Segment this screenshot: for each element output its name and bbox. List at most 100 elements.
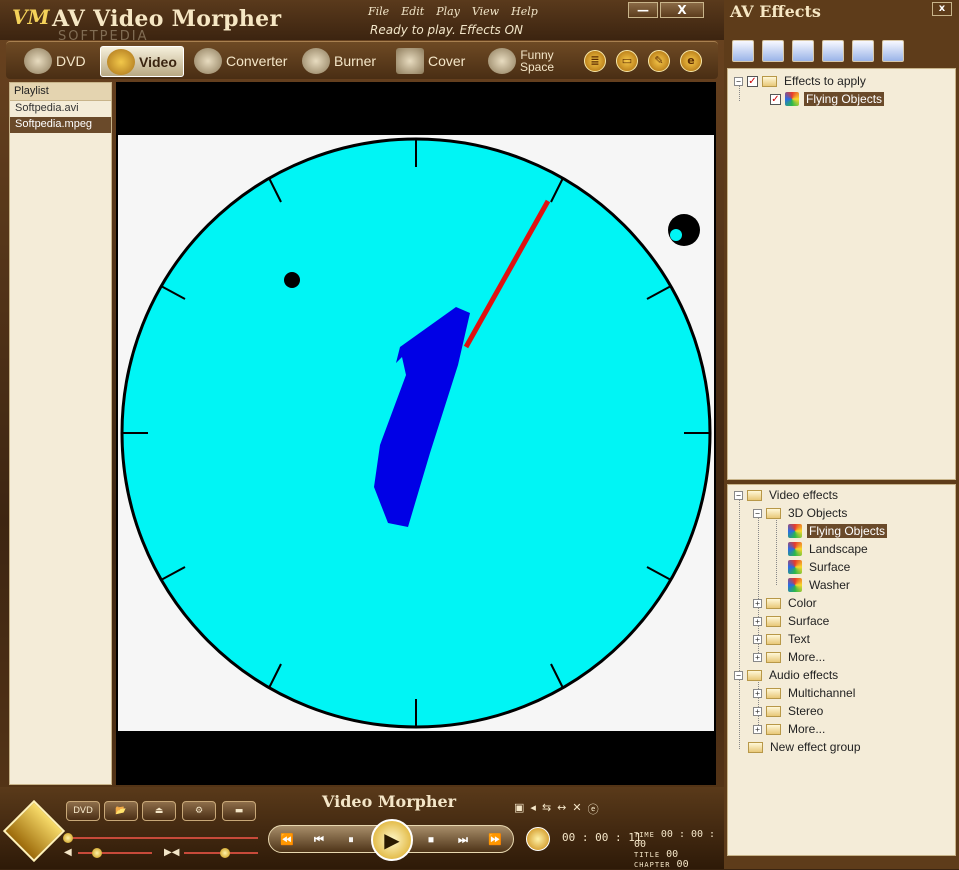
tree-node-new-effect-group[interactable]: New effect group <box>748 739 863 755</box>
menu-help[interactable]: Help <box>511 5 538 18</box>
video-film-icon <box>107 48 135 75</box>
ctrl-swap-icon[interactable]: ⇆ <box>542 801 551 817</box>
open-button[interactable]: 📂 <box>104 801 138 821</box>
previous-button[interactable]: ⏮ <box>305 831 333 849</box>
expand-icon[interactable]: + <box>753 616 762 626</box>
web-button[interactable]: e <box>680 50 702 72</box>
playlist-item[interactable]: Softpedia.avi <box>10 101 111 117</box>
menu-file[interactable]: File <box>368 5 389 18</box>
expand-icon[interactable]: + <box>753 688 762 698</box>
ctrl-screen-icon[interactable]: ▣ <box>514 801 524 817</box>
collapse-icon[interactable]: − <box>753 508 762 518</box>
tree-node-effects-to-apply[interactable]: − ✓ Effects to apply <box>734 73 868 89</box>
effects-close-button[interactable]: x <box>932 2 952 16</box>
balance-icon: ▶◀ <box>164 847 180 858</box>
folder-icon <box>766 687 781 699</box>
time-row: TIME 00 : 00 : 00 <box>634 830 724 850</box>
ctrl-stretch-icon[interactable]: ↔ <box>557 801 566 817</box>
effects-library-tree: − Video effects −3D Objects Flying Object… <box>727 484 956 856</box>
fullscreen-button[interactable]: ▬ <box>222 801 256 821</box>
tab-video[interactable]: Video <box>100 46 184 77</box>
effects-panel: AV Effects x − ✓ Effects to apply ✓ Flying … <box>724 0 959 869</box>
tree-node-washer[interactable]: Washer <box>788 577 852 593</box>
load-effects-icon[interactable] <box>792 40 814 62</box>
collapse-icon[interactable]: − <box>734 670 743 680</box>
tree-node-flying-objects[interactable]: ✓ Flying Objects <box>770 91 885 107</box>
tree-node-surface-effect[interactable]: Surface <box>788 559 852 575</box>
remove-effect-icon[interactable] <box>852 40 874 62</box>
expand-icon[interactable]: + <box>753 706 762 716</box>
tree-node-landscape[interactable]: Landscape <box>788 541 870 557</box>
tree-node-color[interactable]: + Color <box>753 595 819 611</box>
position-slider[interactable] <box>68 837 258 839</box>
tree-node-audio-effects[interactable]: − Audio effects <box>734 667 840 683</box>
skin-button[interactable]: ≣ <box>584 50 606 72</box>
transport-bar: ⏪ ⏮ ⏸ ▶ ⏹ ⏭ ⏩ <box>268 819 514 861</box>
tree-node-surface[interactable]: + Surface <box>753 613 831 629</box>
expand-icon[interactable]: + <box>753 598 762 608</box>
tree-node-flying-objects[interactable]: Flying Objects <box>788 523 888 539</box>
playlist-item-selected[interactable]: Softpedia.mpeg <box>10 117 111 133</box>
tab-dvd[interactable]: DVD <box>24 45 86 77</box>
edit-effect-icon[interactable] <box>762 40 784 62</box>
balance-knob[interactable] <box>219 848 230 858</box>
stop-button[interactable]: ⏹ <box>417 831 445 849</box>
add-effect-icon[interactable] <box>822 40 844 62</box>
display-button[interactable]: ▭ <box>616 50 638 72</box>
tab-burner[interactable]: Burner <box>302 45 376 77</box>
fast-forward-button[interactable]: ⏩ <box>481 831 509 849</box>
eject-button[interactable]: ⏏ <box>142 801 176 821</box>
settings-button[interactable]: ✎ <box>648 50 670 72</box>
tab-cover[interactable]: Cover <box>396 45 465 77</box>
tab-converter[interactable]: Converter <box>194 45 287 77</box>
tree-node-3d-objects[interactable]: − 3D Objects <box>753 505 849 521</box>
ctrl-e-icon[interactable]: ⓔ <box>588 801 599 817</box>
menu-edit[interactable]: Edit <box>401 5 424 18</box>
menu-play[interactable]: Play <box>436 5 460 18</box>
layout-icon[interactable] <box>882 40 904 62</box>
tree-node-more-audio[interactable]: + More... <box>753 721 827 737</box>
tree-node-text[interactable]: + Text <box>753 631 812 647</box>
checkbox-checked-icon[interactable]: ✓ <box>747 75 758 87</box>
expand-icon[interactable]: + <box>753 652 762 662</box>
video-display[interactable] <box>116 82 716 785</box>
rewind-button[interactable]: ⏪ <box>273 831 301 849</box>
checkbox-checked-icon[interactable]: ✓ <box>770 93 781 105</box>
tree-node-more-video[interactable]: + More... <box>753 649 827 665</box>
tab-funny-space[interactable]: Funny Space <box>488 45 554 77</box>
volume-slider[interactable] <box>78 852 152 854</box>
dvd-button[interactable]: DVD <box>66 801 100 821</box>
expand-icon[interactable]: + <box>753 724 762 734</box>
tree-label: Flying Objects <box>804 92 885 106</box>
tree-node-stereo[interactable]: + Stereo <box>753 703 825 719</box>
position-knob[interactable] <box>63 833 73 843</box>
tree-node-video-effects[interactable]: − Video effects <box>734 487 840 503</box>
title-bar[interactable]: VM AV Video Morpher SOFTPEDIA File Edit … <box>0 0 724 44</box>
menu-view[interactable]: View <box>472 5 499 18</box>
next-button[interactable]: ⏭ <box>449 831 477 849</box>
tab-label: DVD <box>56 53 86 69</box>
tree-node-multichannel[interactable]: + Multichannel <box>753 685 857 701</box>
pause-button[interactable]: ⏸ <box>337 831 365 849</box>
expand-icon[interactable]: + <box>753 634 762 644</box>
ctrl-effects-off-icon[interactable]: ✕ <box>572 801 581 817</box>
volume-knob[interactable] <box>91 848 102 858</box>
new-effect-icon[interactable] <box>732 40 754 62</box>
options-button[interactable]: ⚙ <box>182 801 216 821</box>
play-button[interactable]: ▶ <box>371 819 413 861</box>
minimize-button[interactable]: — <box>628 2 658 18</box>
effect-icon <box>785 92 799 106</box>
ctrl-audio-icon[interactable]: ◂ <box>530 801 536 817</box>
close-button[interactable]: X <box>660 2 704 18</box>
tree-label: Video effects <box>769 488 838 502</box>
tree-line <box>739 499 740 749</box>
effect-icon <box>788 578 802 592</box>
folder-open-icon <box>747 489 762 501</box>
dvd-disc-icon <box>24 48 52 74</box>
logo-diamond-icon[interactable] <box>2 799 66 863</box>
collapse-icon[interactable]: − <box>734 490 743 500</box>
funny-space-icon <box>488 48 516 74</box>
collapse-icon[interactable]: − <box>734 76 743 86</box>
folder-icon <box>766 723 781 735</box>
cd-icon[interactable] <box>526 827 550 851</box>
